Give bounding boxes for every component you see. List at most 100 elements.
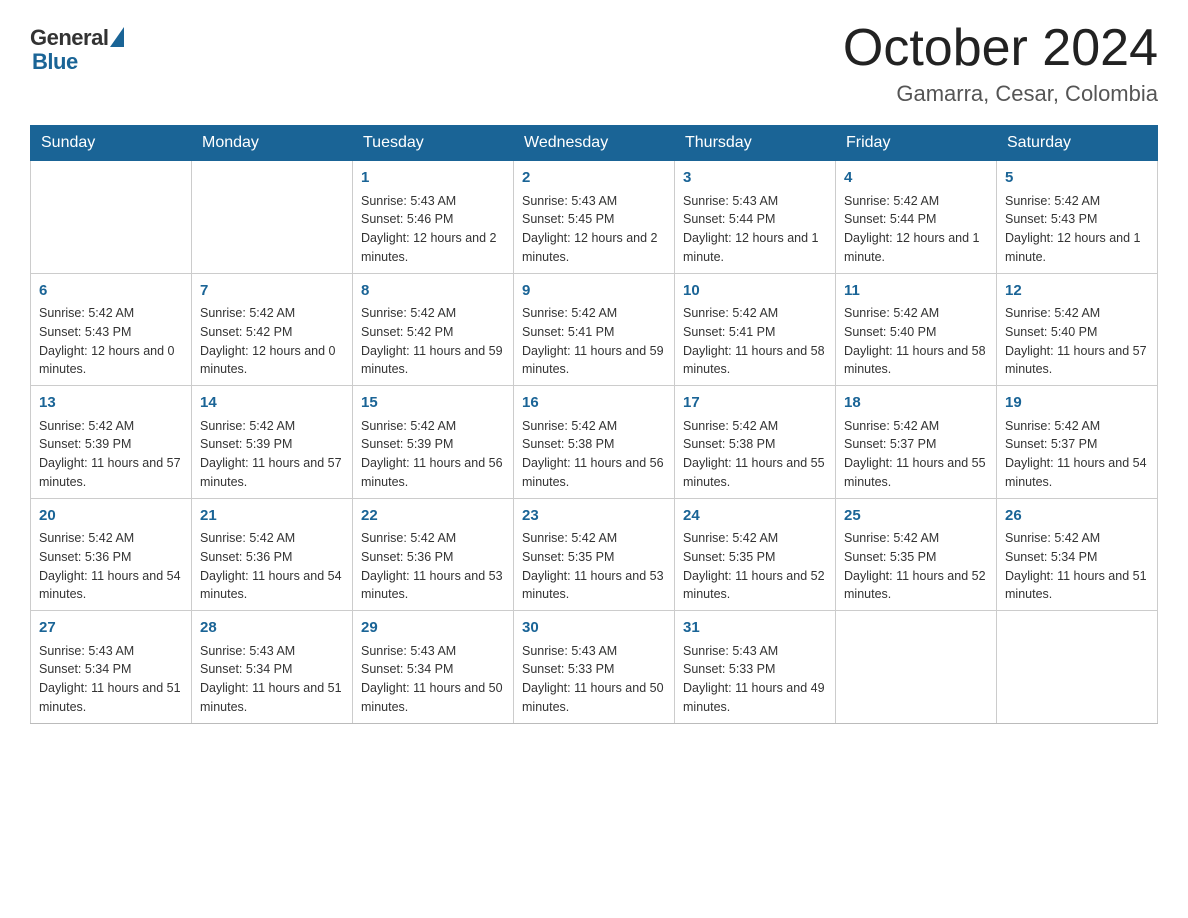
calendar-cell: 23Sunrise: 5:42 AMSunset: 5:35 PMDayligh… <box>514 498 675 611</box>
sunset-text: Sunset: 5:38 PM <box>683 435 827 454</box>
calendar-cell: 27Sunrise: 5:43 AMSunset: 5:34 PMDayligh… <box>31 611 192 724</box>
daylight-text: Daylight: 11 hours and 52 minutes. <box>683 567 827 605</box>
sunset-text: Sunset: 5:35 PM <box>522 548 666 567</box>
sunrise-text: Sunrise: 5:42 AM <box>844 192 988 211</box>
day-number: 15 <box>361 392 505 415</box>
daylight-text: Daylight: 11 hours and 58 minutes. <box>683 342 827 380</box>
calendar-cell: 19Sunrise: 5:42 AMSunset: 5:37 PMDayligh… <box>997 386 1158 499</box>
sunset-text: Sunset: 5:45 PM <box>522 210 666 229</box>
day-number: 23 <box>522 505 666 528</box>
sunset-text: Sunset: 5:37 PM <box>844 435 988 454</box>
month-title: October 2024 <box>843 20 1158 77</box>
daylight-text: Daylight: 11 hours and 50 minutes. <box>361 679 505 717</box>
day-number: 30 <box>522 617 666 640</box>
day-number: 2 <box>522 167 666 190</box>
calendar-cell <box>836 611 997 724</box>
daylight-text: Daylight: 12 hours and 1 minute. <box>844 229 988 267</box>
daylight-text: Daylight: 12 hours and 2 minutes. <box>522 229 666 267</box>
calendar-cell: 25Sunrise: 5:42 AMSunset: 5:35 PMDayligh… <box>836 498 997 611</box>
day-number: 3 <box>683 167 827 190</box>
sunset-text: Sunset: 5:42 PM <box>200 323 344 342</box>
daylight-text: Daylight: 11 hours and 53 minutes. <box>361 567 505 605</box>
sunset-text: Sunset: 5:43 PM <box>39 323 183 342</box>
sunset-text: Sunset: 5:34 PM <box>39 660 183 679</box>
sunrise-text: Sunrise: 5:43 AM <box>683 642 827 661</box>
day-number: 20 <box>39 505 183 528</box>
calendar-cell: 28Sunrise: 5:43 AMSunset: 5:34 PMDayligh… <box>192 611 353 724</box>
daylight-text: Daylight: 12 hours and 1 minute. <box>1005 229 1149 267</box>
sunrise-text: Sunrise: 5:43 AM <box>522 192 666 211</box>
logo-blue-text: Blue <box>30 49 78 75</box>
location-title: Gamarra, Cesar, Colombia <box>843 81 1158 107</box>
day-number: 8 <box>361 280 505 303</box>
sunset-text: Sunset: 5:39 PM <box>39 435 183 454</box>
weekday-header-thursday: Thursday <box>675 126 836 161</box>
daylight-text: Daylight: 11 hours and 57 minutes. <box>1005 342 1149 380</box>
day-number: 24 <box>683 505 827 528</box>
day-number: 6 <box>39 280 183 303</box>
page-header: General Blue October 2024 Gamarra, Cesar… <box>30 20 1158 107</box>
day-number: 4 <box>844 167 988 190</box>
sunset-text: Sunset: 5:36 PM <box>361 548 505 567</box>
daylight-text: Daylight: 11 hours and 51 minutes. <box>1005 567 1149 605</box>
sunrise-text: Sunrise: 5:42 AM <box>844 529 988 548</box>
sunrise-text: Sunrise: 5:42 AM <box>683 304 827 323</box>
daylight-text: Daylight: 12 hours and 0 minutes. <box>39 342 183 380</box>
calendar-cell: 29Sunrise: 5:43 AMSunset: 5:34 PMDayligh… <box>353 611 514 724</box>
day-number: 29 <box>361 617 505 640</box>
sunrise-text: Sunrise: 5:42 AM <box>1005 529 1149 548</box>
sunset-text: Sunset: 5:36 PM <box>39 548 183 567</box>
calendar-week-row: 27 Sunrise: 5:43 AM Sunset: 5:34 PM Dayligh… <box>31 611 1158 724</box>
sunrise-text: Sunrise: 5:42 AM <box>522 304 666 323</box>
calendar-cell: 30Sunrise: 5:43 AMSunset: 5:33 PMDayligh… <box>514 611 675 724</box>
daylight-text: Daylight: 12 hours and 1 minute. <box>683 229 827 267</box>
sunrise-text: Sunrise: 5:42 AM <box>39 304 183 323</box>
sunrise-text: Sunrise: 5:42 AM <box>522 417 666 436</box>
sunrise-text: Sunrise: 5:42 AM <box>200 417 344 436</box>
calendar-table: SundayMondayTuesdayWednesdayThursdayFrid… <box>30 125 1158 724</box>
day-number: 14 <box>200 392 344 415</box>
sunset-text: Sunset: 5:33 PM <box>683 660 827 679</box>
sunrise-text: Sunrise: 5:42 AM <box>683 529 827 548</box>
daylight-text: Daylight: 11 hours and 59 minutes. <box>361 342 505 380</box>
sunrise-text: Sunrise: 5:43 AM <box>683 192 827 211</box>
calendar-cell: 31Sunrise: 5:43 AMSunset: 5:33 PMDayligh… <box>675 611 836 724</box>
calendar-cell: 17Sunrise: 5:42 AMSunset: 5:38 PMDayligh… <box>675 386 836 499</box>
sunset-text: Sunset: 5:35 PM <box>844 548 988 567</box>
day-number: 5 <box>1005 167 1149 190</box>
calendar-cell: 22Sunrise: 5:42 AMSunset: 5:36 PMDayligh… <box>353 498 514 611</box>
sunrise-text: Sunrise: 5:42 AM <box>1005 304 1149 323</box>
sunset-text: Sunset: 5:40 PM <box>1005 323 1149 342</box>
sunrise-text: Sunrise: 5:42 AM <box>200 304 344 323</box>
daylight-text: Daylight: 11 hours and 55 minutes. <box>844 454 988 492</box>
sunset-text: Sunset: 5:34 PM <box>1005 548 1149 567</box>
sunrise-text: Sunrise: 5:42 AM <box>39 417 183 436</box>
sunset-text: Sunset: 5:41 PM <box>683 323 827 342</box>
calendar-cell: 4Sunrise: 5:42 AMSunset: 5:44 PMDaylight… <box>836 161 997 274</box>
weekday-header-saturday: Saturday <box>997 126 1158 161</box>
day-number: 16 <box>522 392 666 415</box>
calendar-cell: 26Sunrise: 5:42 AMSunset: 5:34 PMDayligh… <box>997 498 1158 611</box>
sunrise-text: Sunrise: 5:42 AM <box>844 304 988 323</box>
day-number: 31 <box>683 617 827 640</box>
daylight-text: Daylight: 11 hours and 56 minutes. <box>522 454 666 492</box>
calendar-cell: 16Sunrise: 5:42 AMSunset: 5:38 PMDayligh… <box>514 386 675 499</box>
calendar-cell <box>192 161 353 274</box>
daylight-text: Daylight: 11 hours and 52 minutes. <box>844 567 988 605</box>
sunrise-text: Sunrise: 5:42 AM <box>844 417 988 436</box>
calendar-cell: 8Sunrise: 5:42 AMSunset: 5:42 PMDaylight… <box>353 273 514 386</box>
day-number: 27 <box>39 617 183 640</box>
sunset-text: Sunset: 5:44 PM <box>683 210 827 229</box>
sunset-text: Sunset: 5:34 PM <box>200 660 344 679</box>
daylight-text: Daylight: 11 hours and 50 minutes. <box>522 679 666 717</box>
calendar-cell: 12Sunrise: 5:42 AMSunset: 5:40 PMDayligh… <box>997 273 1158 386</box>
daylight-text: Daylight: 11 hours and 57 minutes. <box>39 454 183 492</box>
day-number: 17 <box>683 392 827 415</box>
sunrise-text: Sunrise: 5:43 AM <box>361 642 505 661</box>
calendar-body: 1Sunrise: 5:43 AMSunset: 5:46 PMDaylight… <box>31 161 1158 724</box>
daylight-text: Daylight: 11 hours and 53 minutes. <box>522 567 666 605</box>
calendar-week-row: 6Sunrise: 5:42 AMSunset: 5:43 PMDaylight… <box>31 273 1158 386</box>
sunrise-text: Sunrise: 5:42 AM <box>683 417 827 436</box>
day-number: 26 <box>1005 505 1149 528</box>
sunrise-text: Sunrise: 5:42 AM <box>522 529 666 548</box>
